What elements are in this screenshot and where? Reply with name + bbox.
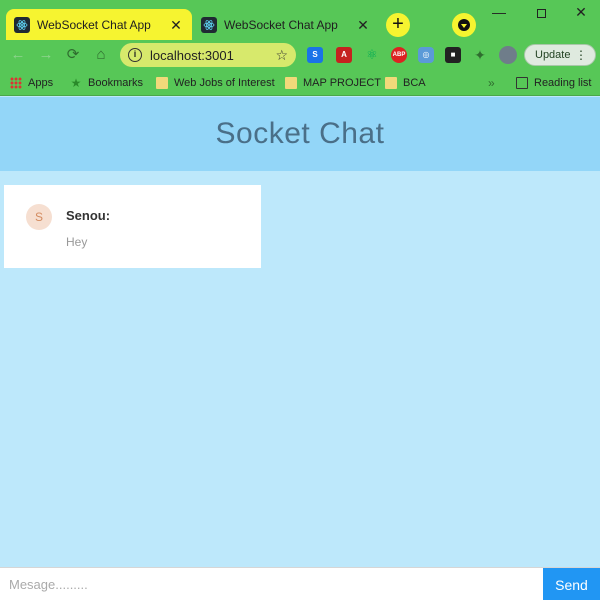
forward-arrow-icon[interactable]: → [37,46,55,64]
more-menu-icon[interactable]: ⋮ [575,48,587,62]
bookmark-bookmarks[interactable]: ★ Bookmarks [70,75,143,91]
bookmarks-bar: Apps ★ Bookmarks Web Jobs of Interest MA… [0,70,600,96]
bookmark-label: Web Jobs of Interest [174,77,275,89]
avatar: S [26,204,52,230]
adblock-icon[interactable]: ABP [391,47,407,63]
url-text[interactable]: localhost:3001 [150,48,275,63]
bookmark-map-project[interactable]: MAP PROJECT [285,75,381,91]
message-input[interactable] [0,568,543,600]
close-icon[interactable]: ✕ [355,17,371,33]
folder-icon [156,77,168,89]
send-button[interactable]: Send [543,568,600,600]
messages-area: S Senou: Hey [0,171,600,567]
extensions-puzzle-icon[interactable]: ✦ [472,47,488,63]
react-icon [14,16,30,33]
folder-icon [285,77,297,89]
profile-avatar[interactable] [499,46,517,64]
tab-title: WebSocket Chat App [224,17,338,32]
reading-list-button[interactable]: Reading list [516,75,591,91]
address-bar[interactable]: i localhost:3001 ☆ [120,43,296,67]
bookmark-apps[interactable]: Apps [10,75,53,91]
bookmark-star-icon[interactable]: ☆ [275,47,288,64]
minimize-icon[interactable]: — [484,2,514,22]
bookmark-label: Apps [28,77,54,89]
react-icon [201,16,217,33]
reload-icon[interactable]: ⟳ [64,46,82,64]
tab-title: WebSocket Chat App [37,17,151,32]
new-tab-button[interactable]: + [386,13,410,37]
bookmark-label: BCA [403,77,426,89]
pdf-extension-icon[interactable]: A [336,47,352,63]
info-icon[interactable]: i [128,48,142,62]
maximize-icon[interactable] [526,2,556,22]
reading-list-icon [516,77,528,89]
bookmark-web-jobs[interactable]: Web Jobs of Interest [156,75,275,91]
page-title: Socket Chat [215,117,385,150]
message-card: S Senou: Hey [4,185,261,268]
home-icon[interactable]: ⌂ [92,46,110,64]
message-sender: Senou: [66,208,111,223]
screenshot-extension-icon[interactable]: ◎ [418,47,434,63]
browser-toolbar: ← → ⟳ ⌂ i localhost:3001 ☆ S A ⚛ ABP ◎ ■… [0,40,600,70]
reading-list-label: Reading list [534,77,592,89]
back-arrow-icon[interactable]: ← [9,46,27,64]
bookmarks-overflow-icon[interactable]: » [488,75,495,91]
tab-websocket-chat-active[interactable]: WebSocket Chat App ✕ [6,9,192,40]
bookmark-bca[interactable]: BCA [385,75,426,91]
star-icon: ★ [70,76,82,90]
bookmark-label: Bookmarks [88,77,144,89]
browser-titlebar: WebSocket Chat App ✕ WebSocket Chat App … [0,0,600,40]
extension-s-icon[interactable]: S [307,47,323,63]
update-button[interactable]: Update ⋮ [524,44,596,66]
color-picker-extension-icon[interactable]: ■ [445,47,461,63]
close-icon[interactable]: ✕ [168,17,184,33]
message-composer: Send [0,567,600,600]
tab-search-icon[interactable] [452,13,476,37]
message-text: Hey [66,235,88,249]
folder-icon [385,77,397,89]
update-label: Update [535,49,571,61]
react-devtools-icon[interactable]: ⚛ [364,47,380,63]
apps-grid-icon [10,77,22,89]
window-close-icon[interactable]: ✕ [566,2,596,22]
bookmark-label: MAP PROJECT [303,77,382,89]
chat-header: Socket Chat [0,97,600,171]
tab-websocket-chat[interactable]: WebSocket Chat App ✕ [193,9,379,40]
